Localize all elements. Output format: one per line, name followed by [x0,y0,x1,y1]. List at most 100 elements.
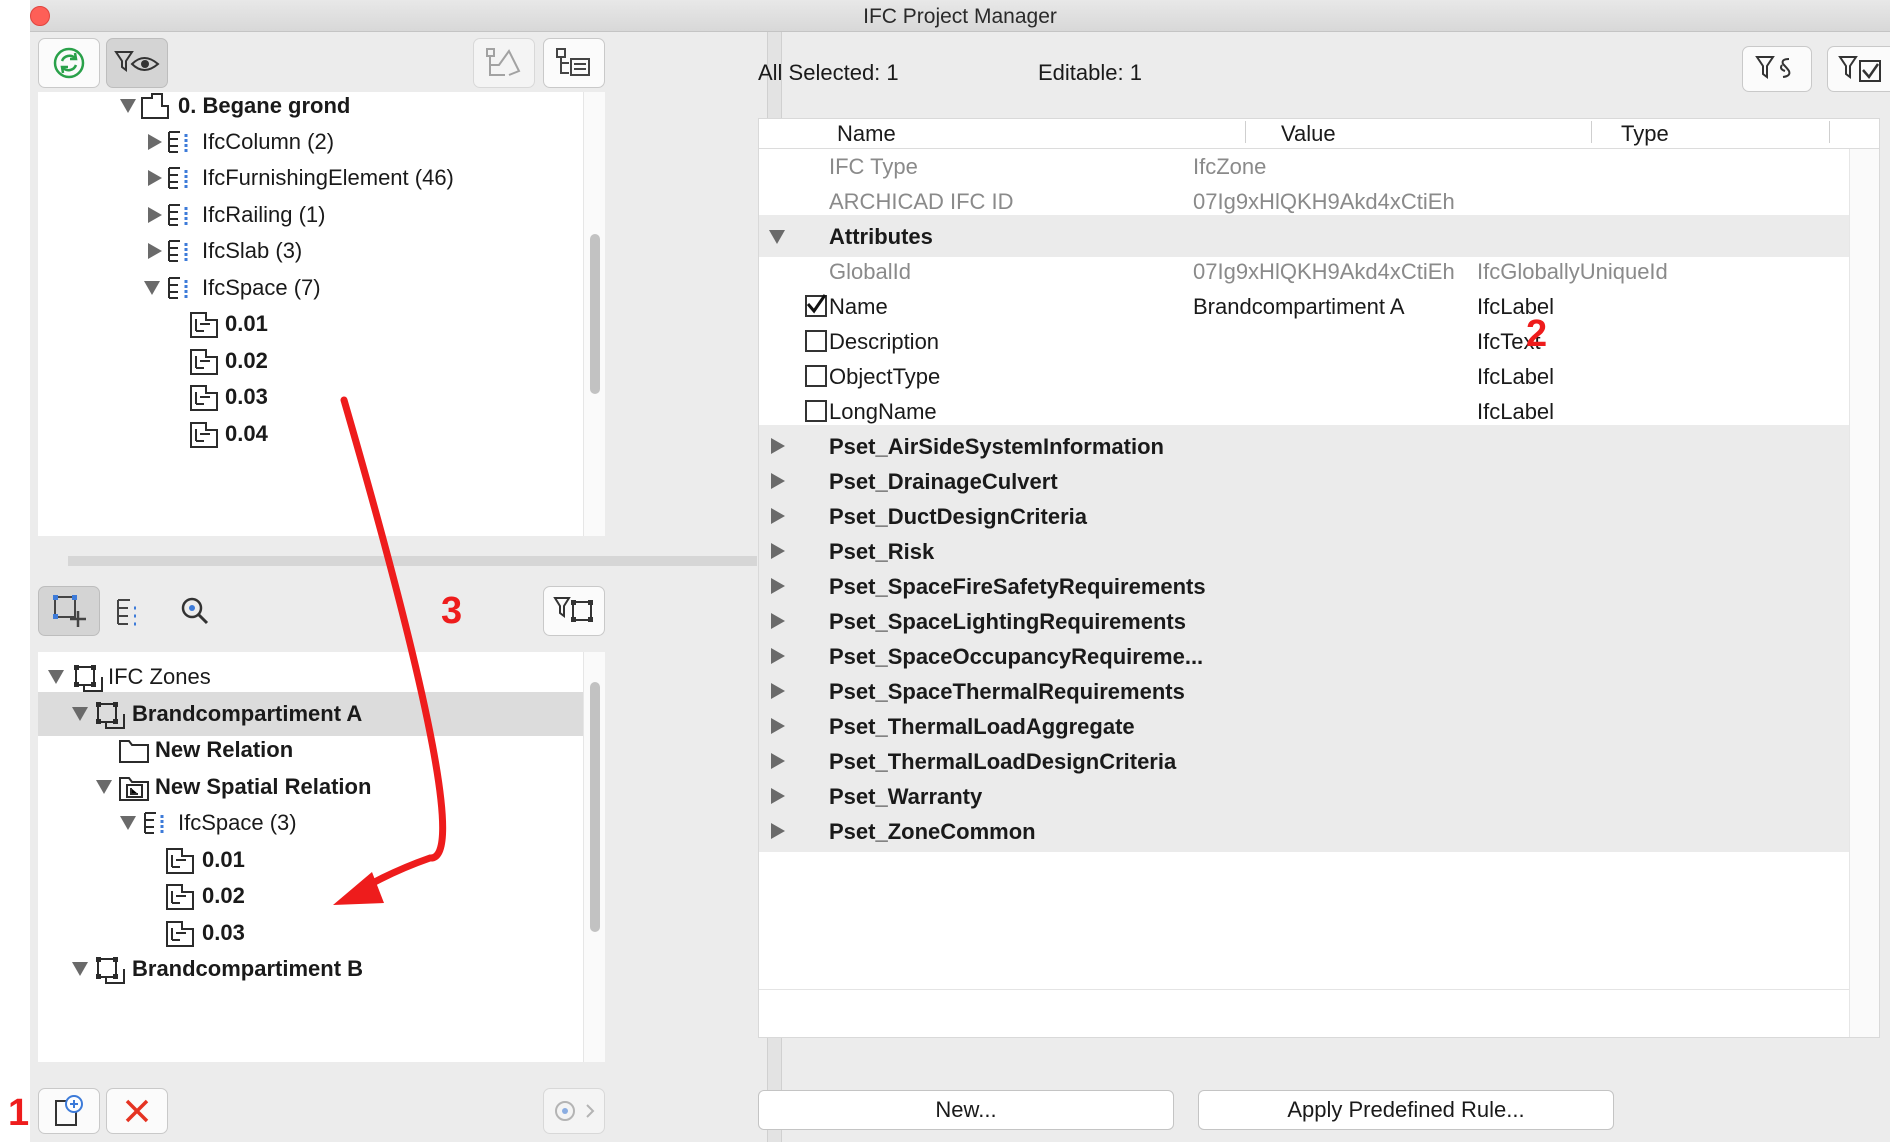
disclosure-collapsed-icon[interactable] [771,823,785,839]
unchecked-checkbox[interactable] [805,330,827,352]
filter-eye-icon [114,51,160,72]
property-set-label: Pset_ThermalLoadDesignCriteria [829,749,1177,774]
column-separator[interactable] [1829,121,1830,143]
disclosure-collapsed-icon[interactable] [148,207,162,223]
tree-structure-icon [486,48,521,76]
unchecked-checkbox[interactable] [805,365,827,387]
disclosure-expanded-icon[interactable] [144,281,160,295]
disclosure-collapsed-icon[interactable] [771,683,785,699]
zones-tree-row-label: IFC Zones [108,664,211,689]
disclosure-collapsed-icon[interactable] [148,134,162,150]
filter-section-icon [1755,56,1791,79]
project-tree-row-label: IfcColumn (2) [202,129,335,154]
zones-tree-row-label: 0.01 [202,847,245,872]
tree-view-layout-button[interactable] [473,38,535,88]
zones-tree-scroll-thumb[interactable] [590,682,600,932]
editable-count: Editable: 1 [1038,60,1142,85]
tree-hierarchy-button[interactable] [114,596,144,633]
column-separator[interactable] [1591,121,1592,143]
column-header-name[interactable]: Name [837,121,896,147]
search-button[interactable] [180,596,210,631]
filter-visibility-button[interactable] [106,38,168,88]
zones-tree-row[interactable]: Brandcompartiment B [38,947,583,991]
properties-grid: Name Value Type IFC Type IfcZone ARCHICAD … [758,118,1880,1038]
property-value[interactable]: 07Ig9xHlQKH9Akd4xCtiEh [1193,259,1455,285]
property-type: IfcLabel [1477,399,1555,424]
new-rule-button[interactable]: New... [758,1090,1174,1130]
tree-list-icon [556,48,590,76]
column-separator[interactable] [1245,121,1246,143]
property-set-label: Pset_SpaceLightingRequirements [829,609,1186,634]
zone-filter-button[interactable] [543,586,605,636]
property-type: IfcGloballyUniqueId [1477,259,1668,284]
tree-list-button[interactable] [543,38,605,88]
unchecked-checkbox[interactable] [805,400,827,422]
properties-grid-scrollbar[interactable] [1849,149,1879,1037]
disclosure-collapsed-icon[interactable] [771,613,785,629]
column-header-value[interactable]: Value [1281,121,1336,147]
disclosure-collapsed-icon[interactable] [148,170,162,186]
property-value[interactable]: IfcZone [1193,154,1266,180]
property-value[interactable]: Brandcompartiment A [1193,294,1405,320]
disclosure-expanded-icon[interactable] [769,230,785,244]
checked-checkbox[interactable] [805,294,827,317]
tree-hierarchy-icon [117,599,138,626]
disclosure-collapsed-icon[interactable] [771,718,785,734]
disclosure-collapsed-icon[interactable] [771,543,785,559]
project-tree-row-label: 0.03 [225,384,268,409]
zones-tree-row-label: 0.03 [202,920,245,945]
disclosure-expanded-icon[interactable] [96,780,112,794]
delete-button[interactable] [106,1088,168,1134]
apply-predefined-rule-button[interactable]: Apply Predefined Rule... [1198,1090,1614,1130]
project-tree-row-label: 0.02 [225,348,268,373]
annotation-number-2: 2 [1526,313,1548,355]
more-options-button[interactable] [543,1088,605,1134]
ifc-project-manager-window: IFC Project Manager 0. Begane grond IfcC… [30,0,1890,1142]
zones-tree-panel: IFC Zones Brandcompartiment A New Relation… [38,652,605,1062]
disclosure-expanded-icon[interactable] [48,670,64,684]
zones-tree-row-label: Brandcompartiment A [132,701,363,726]
disclosure-collapsed-icon[interactable] [771,473,785,489]
disclosure-collapsed-icon[interactable] [771,508,785,524]
property-name: IFC Type [829,154,918,179]
property-name: ObjectType [829,364,941,389]
property-name: LongName [829,399,937,424]
property-set-label: Pset_SpaceThermalRequirements [829,679,1185,704]
project-tree-row-label: IfcSpace (7) [202,275,321,300]
refresh-button[interactable] [38,38,100,88]
column-header-type[interactable]: Type [1621,121,1669,147]
disclosure-expanded-icon[interactable] [120,816,136,830]
property-value[interactable]: 07Ig9xHlQKH9Akd4xCtiEh [1193,189,1455,215]
project-tree-panel: 0. Begane grond IfcColumn (2) IfcFurnishin… [38,92,605,536]
property-type: IfcLabel [1477,364,1555,389]
project-tree-row-label: 0.01 [225,311,268,336]
zones-tree-row-label: New Spatial Relation [155,774,372,799]
space-icon [188,420,220,456]
project-tree-row-label: 0. Begane grond [178,93,351,118]
project-tree-scrollbar[interactable] [583,92,605,536]
disclosure-expanded-icon[interactable] [72,962,88,976]
disclosure-collapsed-icon[interactable] [771,753,785,769]
filter-rule-button[interactable] [1742,46,1812,92]
disclosure-expanded-icon[interactable] [72,707,88,721]
delete-x-icon [125,1099,149,1123]
zones-tree-scrollbar[interactable] [583,652,605,1062]
zone-plus-icon [53,595,86,627]
new-zone-button[interactable] [38,1088,100,1134]
filter-check-button[interactable] [1827,46,1890,92]
disclosure-collapsed-icon[interactable] [771,648,785,664]
panel-splitter[interactable] [68,556,757,566]
disclosure-expanded-icon[interactable] [120,99,136,113]
property-set-row[interactable]: Pset_ZoneCommon [759,810,1849,852]
disclosure-collapsed-icon[interactable] [771,788,785,804]
project-tree-row[interactable]: 0.04 [38,412,583,456]
property-set-label: Pset_ZoneCommon [829,819,1036,844]
zones-tree-row-label: New Relation [155,737,294,762]
project-tree-scroll-thumb[interactable] [590,234,600,394]
zone-add-mode-button[interactable] [38,586,100,636]
disclosure-collapsed-icon[interactable] [148,243,162,259]
disclosure-collapsed-icon[interactable] [771,578,785,594]
property-set-label: Pset_ThermalLoadAggregate [829,714,1135,739]
disclosure-collapsed-icon[interactable] [771,438,785,454]
filter-check-icon [1838,56,1881,82]
